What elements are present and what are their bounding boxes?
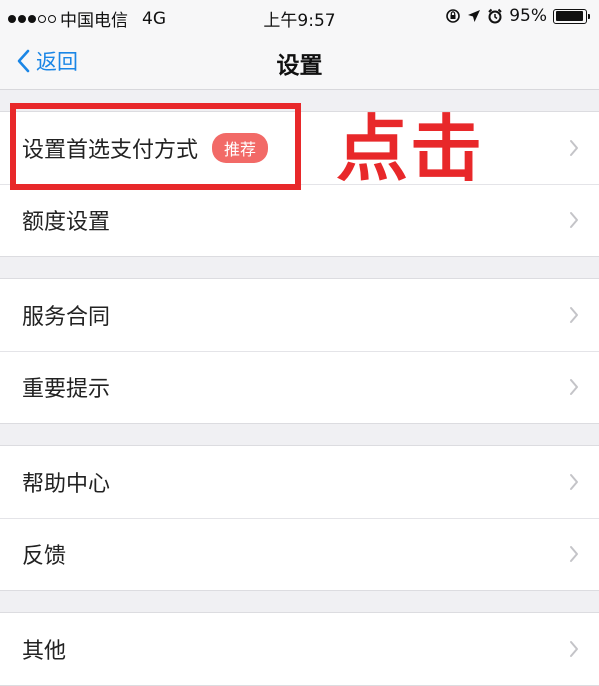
list-item-help-center[interactable]: 帮助中心 xyxy=(0,446,599,518)
list-item-service-contract[interactable]: 服务合同 xyxy=(0,279,599,351)
list-item-limit-settings[interactable]: 额度设置 xyxy=(0,184,599,256)
annotation-click-label: 点击 xyxy=(336,107,485,191)
list-item-other[interactable]: 其他 xyxy=(0,613,599,685)
chevron-right-icon xyxy=(570,140,578,156)
recommended-badge: 推荐 xyxy=(212,133,269,163)
list-item-feedback[interactable]: 反馈 xyxy=(0,518,599,590)
settings-group-legal: 服务合同 重要提示 xyxy=(0,278,599,424)
page-title: 设置 xyxy=(276,53,323,79)
list-item-important-notice[interactable]: 重要提示 xyxy=(0,351,599,423)
status-bar: 中国电信 4G 上午9:57 95% xyxy=(0,0,599,34)
battery-icon xyxy=(553,8,590,24)
chevron-right-icon xyxy=(570,474,578,490)
list-item-label: 反馈 xyxy=(22,544,67,569)
chevron-right-icon xyxy=(570,546,578,562)
list-item-label: 帮助中心 xyxy=(22,472,111,497)
list-item-preferred-payment[interactable]: 设置首选支付方式 推荐 xyxy=(0,112,599,184)
alarm-icon xyxy=(488,8,502,24)
list-item-label: 服务合同 xyxy=(22,305,111,330)
list-item-label: 重要提示 xyxy=(22,377,111,402)
chevron-right-icon xyxy=(570,641,578,657)
settings-group-other: 其他 xyxy=(0,612,599,686)
list-item-label: 设置首选支付方式 xyxy=(22,138,199,163)
battery-percent: 95% xyxy=(509,6,547,26)
list-item-label: 其他 xyxy=(22,639,67,664)
location-icon xyxy=(468,10,481,22)
orientation-lock-icon xyxy=(446,9,461,23)
battery-level-fill xyxy=(555,11,584,21)
settings-group-payment: 设置首选支付方式 推荐 额度设置 xyxy=(0,111,599,257)
chevron-right-icon xyxy=(570,212,578,228)
status-right: 95% xyxy=(445,6,590,26)
chevron-right-icon xyxy=(570,307,578,323)
list-item-label: 额度设置 xyxy=(22,210,111,235)
navigation-bar: 返回 设置 xyxy=(0,34,599,90)
chevron-right-icon xyxy=(570,379,578,395)
settings-group-support: 帮助中心 反馈 xyxy=(0,445,599,591)
